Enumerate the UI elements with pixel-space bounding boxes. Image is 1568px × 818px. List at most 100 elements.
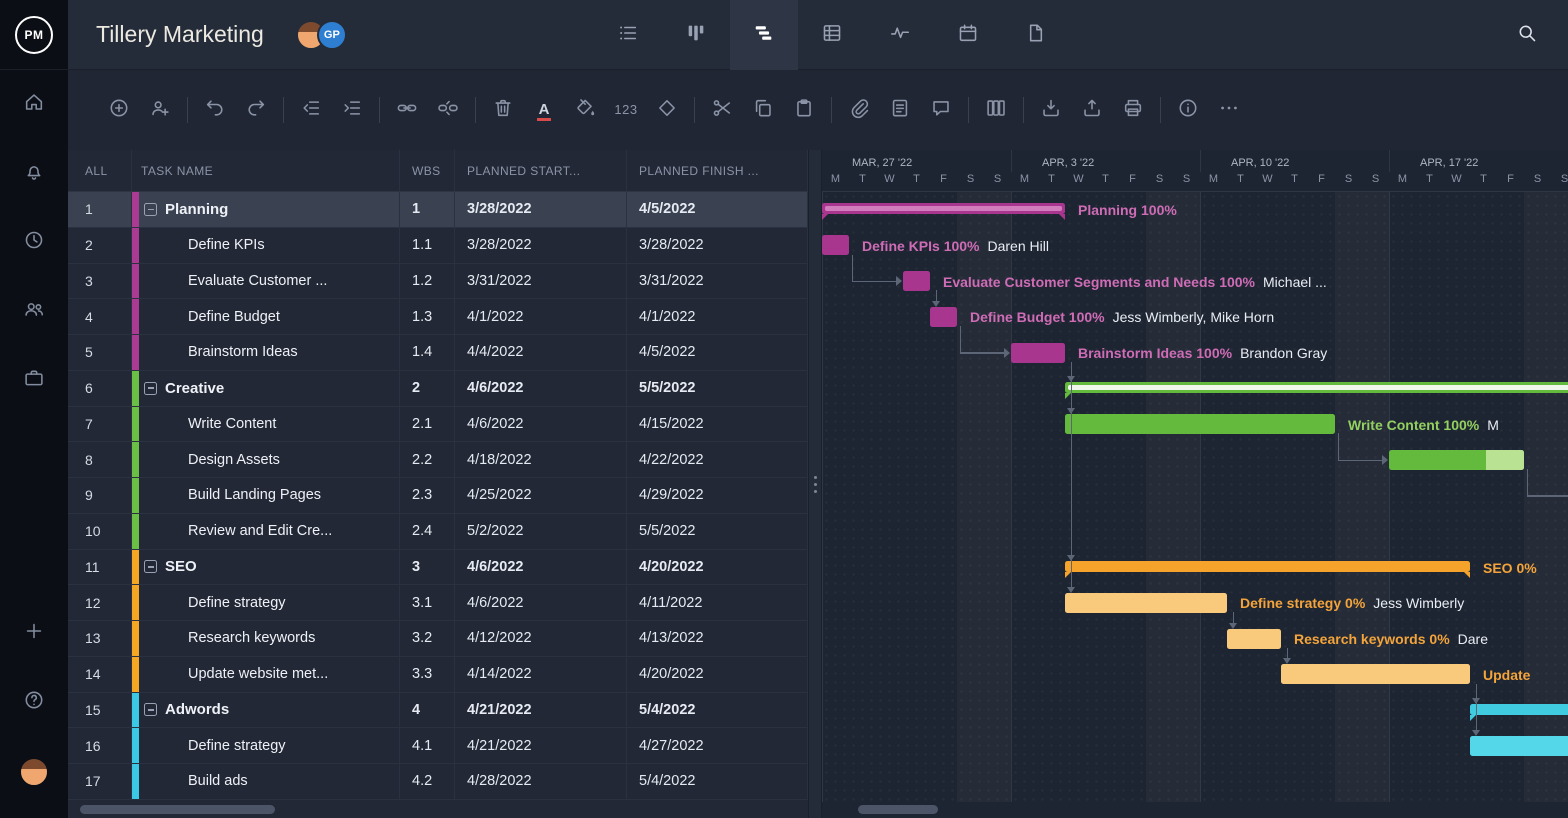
search-button[interactable] <box>1504 0 1550 70</box>
table-row[interactable]: 11SEO34/6/20224/20/2022 <box>68 550 808 586</box>
task-bar[interactable] <box>1227 629 1281 649</box>
task-bar[interactable] <box>1065 414 1335 434</box>
task-bar[interactable] <box>822 235 849 255</box>
unlink-tasks-button[interactable] <box>435 97 461 123</box>
milestone-button[interactable] <box>654 97 680 123</box>
add-task-button[interactable] <box>106 97 132 123</box>
table-row[interactable]: 6Creative24/6/20225/5/2022 <box>68 371 808 407</box>
summary-bar[interactable] <box>1065 561 1470 572</box>
tab-list[interactable] <box>594 0 662 70</box>
column-header-planned-start[interactable]: PLANNED START... <box>455 150 627 191</box>
sidebar-item-team[interactable] <box>0 277 68 346</box>
table-row[interactable]: 5Brainstorm Ideas1.44/4/20224/5/2022 <box>68 335 808 371</box>
task-name-cell[interactable]: Define strategy <box>132 585 400 620</box>
collapse-icon[interactable] <box>144 203 157 216</box>
task-name-cell[interactable]: Research keywords <box>132 621 400 656</box>
table-row[interactable]: 1Planning13/28/20224/5/2022 <box>68 192 808 228</box>
task-bar[interactable] <box>1065 593 1227 613</box>
sidebar-item-add[interactable] <box>0 599 68 668</box>
task-name-cell[interactable]: Build ads <box>132 764 400 799</box>
summary-bar[interactable] <box>1470 704 1568 715</box>
paste-button[interactable] <box>791 97 817 123</box>
more-button[interactable] <box>1216 97 1242 123</box>
task-name-cell[interactable]: Brainstorm Ideas <box>132 335 400 370</box>
redo-button[interactable] <box>243 97 269 123</box>
member-avatar-initials[interactable]: GP <box>317 20 347 50</box>
gantt-hscrollbar[interactable] <box>834 805 1556 814</box>
link-tasks-button[interactable] <box>394 97 420 123</box>
task-name-cell[interactable]: SEO <box>132 550 400 585</box>
print-button[interactable] <box>1120 97 1146 123</box>
task-bar[interactable] <box>1470 736 1568 756</box>
delete-button[interactable] <box>490 97 516 123</box>
task-bar[interactable] <box>1281 664 1470 684</box>
table-row[interactable]: 13Research keywords3.24/12/20224/13/2022 <box>68 621 808 657</box>
copy-button[interactable] <box>750 97 776 123</box>
task-name-cell[interactable]: Creative <box>132 371 400 406</box>
sidebar-item-home[interactable] <box>0 70 68 139</box>
table-row[interactable]: 12Define strategy3.14/6/20224/11/2022 <box>68 585 808 621</box>
info-button[interactable] <box>1175 97 1201 123</box>
gantt-hscroll-thumb[interactable] <box>858 805 938 814</box>
table-row[interactable]: 3Evaluate Customer ...1.23/31/20223/31/2… <box>68 264 808 300</box>
collapse-icon[interactable] <box>144 703 157 716</box>
table-row[interactable]: 9Build Landing Pages2.34/25/20224/29/202… <box>68 478 808 514</box>
attach-button[interactable] <box>846 97 872 123</box>
text-color-button[interactable]: A <box>531 97 557 123</box>
undo-button[interactable] <box>202 97 228 123</box>
task-name-cell[interactable]: Evaluate Customer ... <box>132 264 400 299</box>
fill-color-button[interactable] <box>572 97 598 123</box>
cut-button[interactable] <box>709 97 735 123</box>
table-row[interactable]: 15Adwords44/21/20225/4/2022 <box>68 693 808 729</box>
pane-splitter[interactable] <box>808 150 822 818</box>
task-name-cell[interactable]: Adwords <box>132 693 400 728</box>
task-name-cell[interactable]: Design Assets <box>132 442 400 477</box>
task-name-cell[interactable]: Build Landing Pages <box>132 478 400 513</box>
comment-button[interactable] <box>928 97 954 123</box>
task-name-cell[interactable]: Review and Edit Cre... <box>132 514 400 549</box>
outdent-button[interactable] <box>298 97 324 123</box>
task-bar[interactable] <box>1011 343 1065 363</box>
task-bar[interactable] <box>903 271 930 291</box>
sidebar-item-help[interactable] <box>0 668 68 737</box>
collapse-icon[interactable] <box>144 382 157 395</box>
table-row[interactable]: 10Review and Edit Cre...2.45/2/20225/5/2… <box>68 514 808 550</box>
tab-gantt[interactable] <box>730 0 798 70</box>
tab-calendar[interactable] <box>934 0 1002 70</box>
sidebar-item-notifications[interactable] <box>0 139 68 208</box>
assign-user-button[interactable] <box>147 97 173 123</box>
tab-report[interactable] <box>1002 0 1070 70</box>
task-name-cell[interactable]: Define Budget <box>132 299 400 334</box>
task-name-cell[interactable]: Define KPIs <box>132 228 400 263</box>
user-avatar[interactable] <box>0 737 68 806</box>
export-button[interactable] <box>1079 97 1105 123</box>
sidebar-item-work[interactable] <box>0 346 68 415</box>
sidebar-item-recent[interactable] <box>0 208 68 277</box>
task-name-cell[interactable]: Planning <box>132 192 400 227</box>
column-header-planned-finish[interactable]: PLANNED FINISH ... <box>627 150 808 191</box>
table-row[interactable]: 16Define strategy4.14/21/20224/27/2022 <box>68 728 808 764</box>
tab-activity[interactable] <box>866 0 934 70</box>
table-row[interactable]: 4Define Budget1.34/1/20224/1/2022 <box>68 299 808 335</box>
summary-bar[interactable] <box>822 203 1065 214</box>
task-name-cell[interactable]: Update website met... <box>132 657 400 692</box>
indent-button[interactable] <box>339 97 365 123</box>
table-row[interactable]: 7Write Content2.14/6/20224/15/2022 <box>68 407 808 443</box>
task-name-cell[interactable]: Write Content <box>132 407 400 442</box>
column-header-all[interactable]: ALL <box>68 150 132 191</box>
columns-button[interactable] <box>983 97 1009 123</box>
task-name-cell[interactable]: Define strategy <box>132 728 400 763</box>
collapse-icon[interactable] <box>144 560 157 573</box>
tab-sheet[interactable] <box>798 0 866 70</box>
notes-button[interactable] <box>887 97 913 123</box>
table-row[interactable]: 17Build ads4.24/28/20225/4/2022 <box>68 764 808 800</box>
table-row[interactable]: 2Define KPIs1.13/28/20223/28/2022 <box>68 228 808 264</box>
table-hscroll-thumb[interactable] <box>80 805 275 814</box>
table-hscrollbar[interactable] <box>80 805 796 814</box>
table-row[interactable]: 14Update website met...3.34/14/20224/20/… <box>68 657 808 693</box>
number-format-button[interactable]: 123 <box>613 97 639 123</box>
summary-bar[interactable] <box>1065 382 1568 393</box>
column-header-wbs[interactable]: WBS <box>400 150 455 191</box>
tab-board[interactable] <box>662 0 730 70</box>
task-bar[interactable] <box>930 307 957 327</box>
